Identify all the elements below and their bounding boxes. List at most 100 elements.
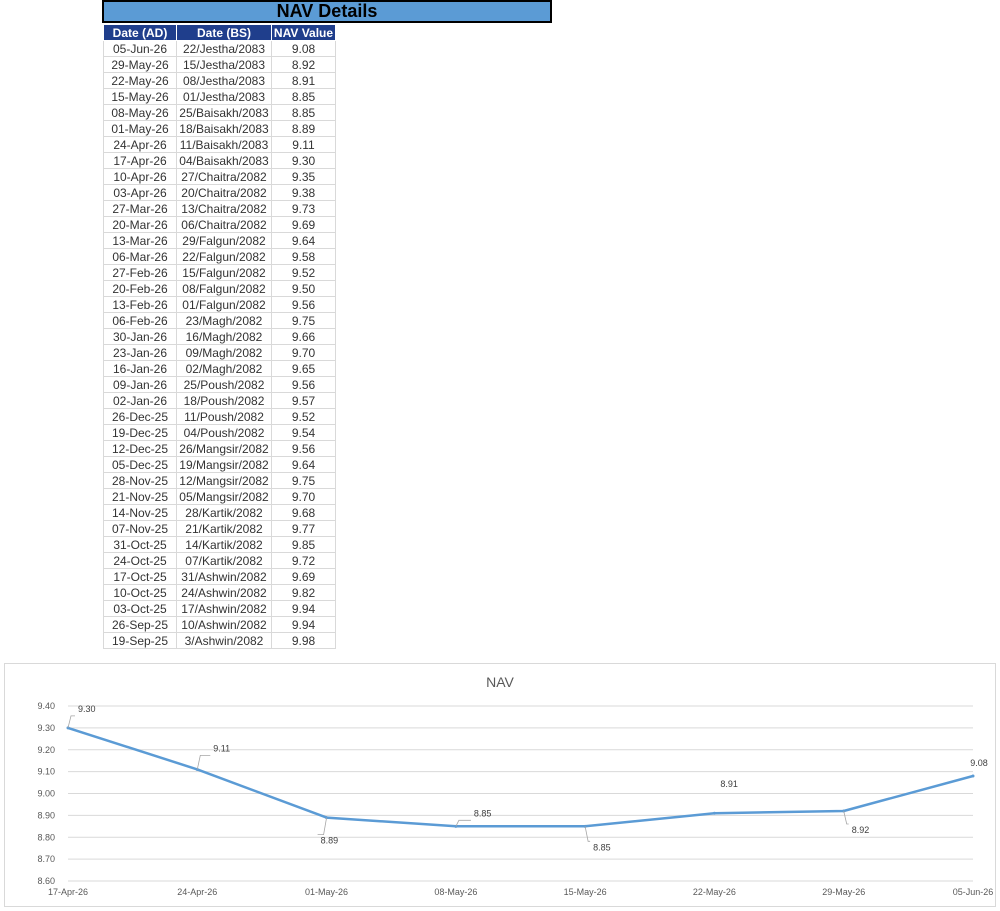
data-label: 8.89: [321, 836, 339, 846]
date-bs-cell: 25/Poush/2082: [176, 376, 272, 393]
table-row: 10-Oct-25 24/Ashwin/2082 9.82: [103, 584, 336, 601]
date-bs-cell: 04/Poush/2082: [176, 424, 272, 441]
date-bs-cell: 07/Kartik/2082: [176, 552, 272, 569]
table-header-row: Date (AD) Date (BS) NAV Value: [103, 24, 336, 41]
date-bs-cell: 23/Magh/2082: [176, 312, 272, 329]
x-tick-label: 15-May-26: [564, 887, 607, 897]
table-row: 24-Apr-26 11/Baisakh/2083 9.11: [103, 136, 336, 153]
nav-value-cell: 9.65: [271, 360, 336, 377]
column-header-date-bs: Date (BS): [176, 24, 272, 41]
y-tick-label: 9.10: [37, 767, 55, 777]
table-row: 30-Jan-26 16/Magh/2082 9.66: [103, 328, 336, 345]
date-bs-cell: 24/Ashwin/2082: [176, 584, 272, 601]
nav-value-cell: 9.08: [271, 40, 336, 57]
data-label: 9.08: [970, 758, 988, 768]
date-ad-cell: 17-Oct-25: [103, 568, 177, 585]
date-ad-cell: 24-Oct-25: [103, 552, 177, 569]
table-row: 13-Feb-26 01/Falgun/2082 9.56: [103, 296, 336, 313]
table-row: 07-Nov-25 21/Kartik/2082 9.77: [103, 520, 336, 537]
nav-value-cell: 9.85: [271, 536, 336, 553]
date-bs-cell: 21/Kartik/2082: [176, 520, 272, 537]
date-bs-cell: 10/Ashwin/2082: [176, 616, 272, 633]
y-tick-label: 8.80: [37, 832, 55, 842]
date-ad-cell: 05-Jun-26: [103, 40, 177, 57]
date-bs-cell: 16/Magh/2082: [176, 328, 272, 345]
nav-value-cell: 9.70: [271, 488, 336, 505]
table-row: 03-Oct-25 17/Ashwin/2082 9.94: [103, 600, 336, 617]
date-ad-cell: 19-Dec-25: [103, 424, 177, 441]
date-bs-cell: 01/Falgun/2082: [176, 296, 272, 313]
date-ad-cell: 26-Sep-25: [103, 616, 177, 633]
date-bs-cell: 02/Magh/2082: [176, 360, 272, 377]
date-ad-cell: 31-Oct-25: [103, 536, 177, 553]
nav-value-cell: 9.38: [271, 184, 336, 201]
nav-chart-svg: NAV 8.60 8.70 8.80 8.90 9.00 9.10 9.20 9.30 9.40 1…: [37, 674, 994, 897]
date-bs-cell: 08/Falgun/2082: [176, 280, 272, 297]
nav-value-cell: 9.69: [271, 216, 336, 233]
date-ad-cell: 26-Dec-25: [103, 408, 177, 425]
nav-value-cell: 9.35: [271, 168, 336, 185]
date-bs-cell: 01/Jestha/2083: [176, 88, 272, 105]
data-label-leader: [584, 826, 591, 842]
date-ad-cell: 03-Apr-26: [103, 184, 177, 201]
table-row: 29-May-26 15/Jestha/2083 8.92: [103, 56, 336, 73]
nav-value-cell: 9.64: [271, 456, 336, 473]
nav-value-cell: 9.50: [271, 280, 336, 297]
table-row: 26-Sep-25 10/Ashwin/2082 9.94: [103, 616, 336, 633]
date-ad-cell: 03-Oct-25: [103, 600, 177, 617]
data-label: 8.85: [593, 842, 611, 852]
x-tick-label: 05-Jun-26: [953, 887, 994, 897]
table-row: 20-Feb-26 08/Falgun/2082 9.50: [103, 280, 336, 297]
date-ad-cell: 24-Apr-26: [103, 136, 177, 153]
table-row: 17-Oct-25 31/Ashwin/2082 9.69: [103, 568, 336, 585]
date-ad-cell: 27-Mar-26: [103, 200, 177, 217]
date-ad-cell: 15-May-26: [103, 88, 177, 105]
date-ad-cell: 13-Feb-26: [103, 296, 177, 313]
table-row: 24-Oct-25 07/Kartik/2082 9.72: [103, 552, 336, 569]
nav-value-cell: 9.94: [271, 600, 336, 617]
date-ad-cell: 20-Mar-26: [103, 216, 177, 233]
table-row: 28-Nov-25 12/Mangsir/2082 9.75: [103, 472, 336, 489]
date-bs-cell: 3/Ashwin/2082: [176, 632, 272, 649]
date-bs-cell: 31/Ashwin/2082: [176, 568, 272, 585]
chart-title: NAV: [486, 674, 514, 690]
table-row: 19-Dec-25 04/Poush/2082 9.54: [103, 424, 336, 441]
date-bs-cell: 22/Falgun/2082: [176, 248, 272, 265]
date-ad-cell: 28-Nov-25: [103, 472, 177, 489]
y-tick-label: 8.70: [37, 854, 55, 864]
nav-value-cell: 9.75: [271, 312, 336, 329]
date-bs-cell: 05/Mangsir/2082: [176, 488, 272, 505]
x-tick-label: 29-May-26: [822, 887, 865, 897]
nav-value-cell: 9.52: [271, 264, 336, 281]
nav-value-cell: 8.92: [271, 56, 336, 73]
table-row: 05-Dec-25 19/Mangsir/2082 9.64: [103, 456, 336, 473]
y-tick-label: 9.40: [37, 701, 55, 711]
date-bs-cell: 08/Jestha/2083: [176, 72, 272, 89]
date-ad-cell: 17-Apr-26: [103, 152, 177, 169]
nav-value-cell: 9.30: [271, 152, 336, 169]
table-row: 06-Feb-26 23/Magh/2082 9.75: [103, 312, 336, 329]
data-label-leader: [843, 810, 849, 825]
nav-value-cell: 9.98: [271, 632, 336, 649]
date-ad-cell: 16-Jan-26: [103, 360, 177, 377]
date-ad-cell: 13-Mar-26: [103, 232, 177, 249]
nav-value-cell: 9.70: [271, 344, 336, 361]
data-label-leader: [196, 755, 211, 770]
table-row: 26-Dec-25 11/Poush/2082 9.52: [103, 408, 336, 425]
date-ad-cell: 12-Dec-25: [103, 440, 177, 457]
nav-details-header: NAV Details: [102, 0, 552, 23]
nav-value-cell: 9.56: [271, 296, 336, 313]
date-ad-cell: 09-Jan-26: [103, 376, 177, 393]
table-row: 08-May-26 25/Baisakh/2083 8.85: [103, 104, 336, 121]
data-label: 8.92: [852, 825, 870, 835]
table-row: 19-Sep-25 3/Ashwin/2082 9.98: [103, 632, 336, 649]
date-bs-cell: 09/Magh/2082: [176, 344, 272, 361]
table-row: 31-Oct-25 14/Kartik/2082 9.85: [103, 536, 336, 553]
nav-value-cell: 9.54: [271, 424, 336, 441]
table-row: 20-Mar-26 06/Chaitra/2082 9.69: [103, 216, 336, 233]
table-row: 17-Apr-26 04/Baisakh/2083 9.30: [103, 152, 336, 169]
table-row: 14-Nov-25 28/Kartik/2082 9.68: [103, 504, 336, 521]
nav-value-cell: 9.82: [271, 584, 336, 601]
table-row: 03-Apr-26 20/Chaitra/2082 9.38: [103, 184, 336, 201]
table-row: 27-Feb-26 15/Falgun/2082 9.52: [103, 264, 336, 281]
